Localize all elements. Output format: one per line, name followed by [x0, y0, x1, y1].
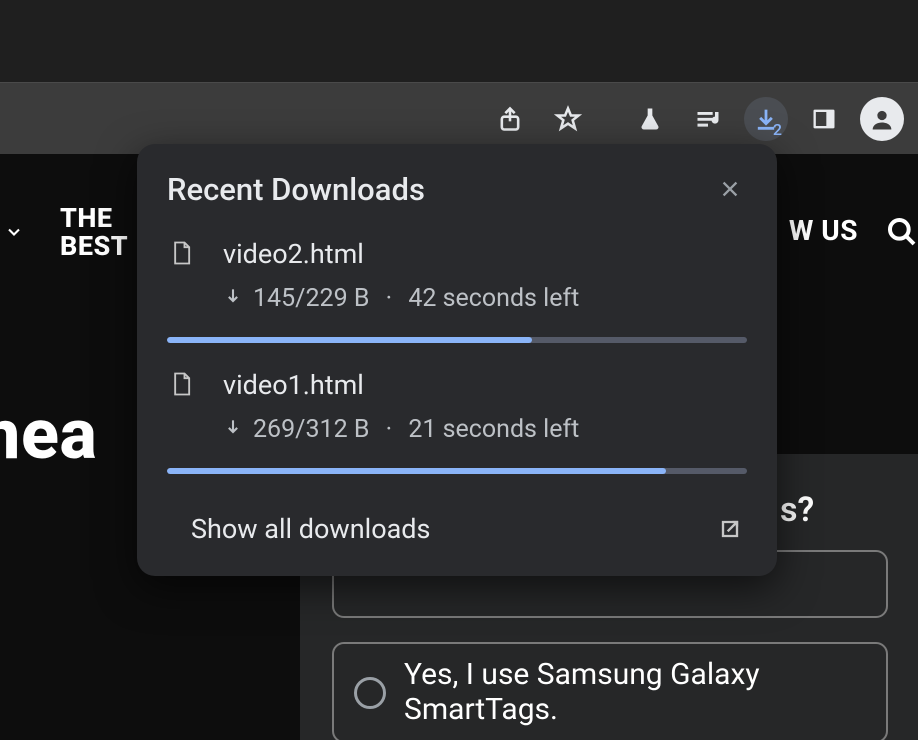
downloads-indicator-icon[interactable]: 2 [744, 97, 788, 141]
download-progress-bar [167, 468, 747, 474]
poll-question-fragment: s? [780, 490, 814, 530]
download-arrow-icon [223, 284, 243, 313]
downloads-popover: Recent Downloads video2.html 145/229 B ·… [137, 144, 777, 576]
browser-tabstrip-area [0, 0, 918, 82]
labs-flask-icon[interactable] [628, 97, 672, 141]
download-eta: 21 seconds left [408, 415, 579, 444]
share-icon[interactable] [488, 97, 532, 141]
bookmark-star-icon[interactable] [546, 97, 590, 141]
downloads-count-badge: 2 [773, 120, 782, 139]
poll-option-2-label: Yes, I use Samsung Galaxy SmartTags. [404, 658, 866, 727]
download-progress-bar [167, 337, 747, 343]
file-icon [167, 370, 197, 400]
downloads-popover-title: Recent Downloads [167, 171, 425, 208]
nav-the-best-line1: THE [60, 202, 113, 234]
show-all-downloads-link[interactable]: Show all downloads [191, 513, 430, 545]
close-icon[interactable] [711, 170, 749, 208]
download-progress-fill [167, 337, 532, 343]
media-queue-icon[interactable] [686, 97, 730, 141]
open-external-icon[interactable] [713, 512, 747, 546]
radio-unchecked-icon [354, 677, 386, 709]
download-eta: 42 seconds left [408, 284, 579, 313]
chevron-down-icon[interactable] [4, 222, 24, 246]
download-item[interactable]: video1.html 269/312 B · 21 seconds left [137, 361, 777, 444]
hero-headline-fragment: mea [0, 394, 97, 476]
search-icon[interactable] [886, 216, 918, 252]
nav-item-the-best[interactable]: THE BEST [60, 204, 128, 261]
download-status-line: 269/312 B · 21 seconds left [167, 415, 747, 444]
profile-avatar-icon[interactable] [860, 97, 904, 141]
download-status-line: 145/229 B · 42 seconds left [167, 284, 747, 313]
download-arrow-icon [223, 415, 243, 444]
nav-item-fragment[interactable]: W US [789, 214, 858, 247]
download-progress-text: 145/229 B [253, 284, 369, 313]
download-progress-text: 269/312 B [253, 415, 369, 444]
download-filename: video2.html [223, 238, 364, 270]
poll-option-2[interactable]: Yes, I use Samsung Galaxy SmartTags. [332, 642, 888, 740]
file-icon [167, 239, 197, 269]
nav-the-best-line2: BEST [60, 230, 128, 262]
side-panel-icon[interactable] [802, 97, 846, 141]
download-item[interactable]: video2.html 145/229 B · 42 seconds left [137, 230, 777, 313]
download-progress-fill [167, 468, 666, 474]
download-filename: video1.html [223, 369, 364, 401]
